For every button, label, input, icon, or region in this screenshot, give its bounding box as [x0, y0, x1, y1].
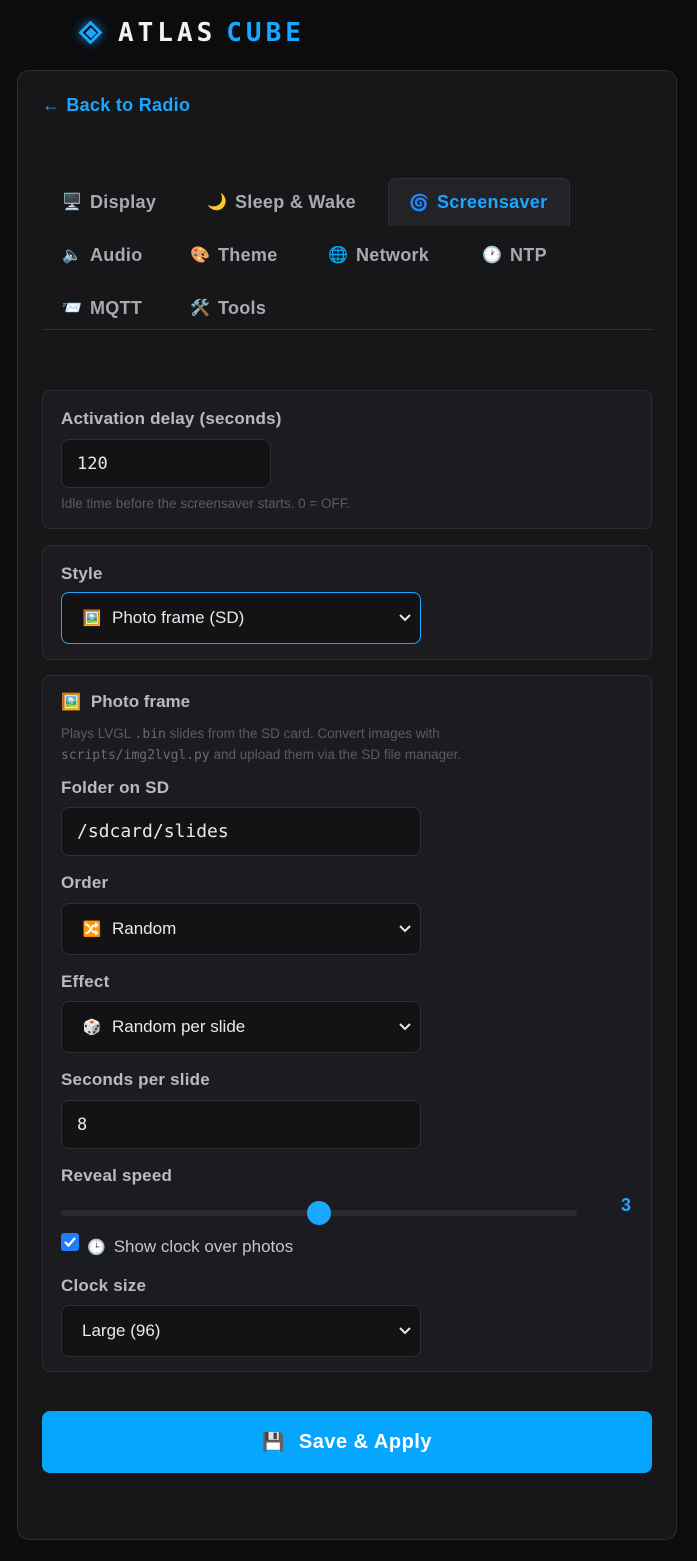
display-icon: 🖥️	[62, 194, 83, 211]
tab-display[interactable]: 🖥️ Display	[42, 178, 176, 226]
show-clock-checkbox[interactable]	[61, 1233, 79, 1251]
back-to-radio-link[interactable]: ← Back to Radio	[42, 95, 190, 116]
activation-hint: Idle time before the screensaver starts.…	[61, 496, 351, 511]
photo-frame-title-text: Photo frame	[90, 692, 191, 711]
tab-label: Network	[356, 244, 430, 265]
hint-text: Plays LVGL	[61, 726, 135, 741]
back-label: Back to Radio	[66, 95, 191, 115]
hint-text: slides from the SD card. Convert images …	[165, 726, 440, 741]
save-label: Save & Apply	[298, 1430, 432, 1453]
envelope-icon: 📨	[62, 300, 83, 317]
order-label: Order	[61, 873, 109, 892]
folder-input[interactable]: /sdcard/slides	[61, 807, 421, 856]
tab-label: Screensaver	[437, 192, 548, 212]
clock-size-label: Clock size	[61, 1276, 147, 1295]
brand-header: ATLAS CUBE	[78, 16, 305, 50]
brand-word-1: ATLAS	[118, 18, 217, 48]
effect-selected-value: Random per slide	[112, 1017, 246, 1036]
tab-label: Theme	[218, 244, 278, 265]
seconds-label: Seconds per slide	[61, 1070, 210, 1089]
picture-icon: 🖼️	[61, 694, 81, 711]
tab-ntp[interactable]: 🕐 NTP	[462, 231, 567, 279]
palette-icon: 🎨	[190, 247, 211, 264]
tab-tools[interactable]: 🛠️ Tools	[170, 284, 286, 332]
style-selected-value: Photo frame (SD)	[112, 608, 245, 627]
tab-audio[interactable]: 🔈 Audio	[42, 231, 163, 279]
style-card: Style 🖼️ Photo frame (SD)	[42, 545, 652, 660]
folder-label: Folder on SD	[61, 778, 170, 797]
tab-label: Display	[90, 191, 157, 212]
effect-select[interactable]: 🎲 Random per slide	[61, 1001, 421, 1053]
tab-sleep-wake[interactable]: 🌙 Sleep & Wake	[187, 178, 376, 226]
tab-label: Audio	[90, 244, 143, 265]
settings-panel: ← Back to Radio 🖥️ Display 🌙 Sleep & Wake 🌀…	[17, 70, 677, 1540]
dice-icon: 🎲	[82, 1019, 102, 1036]
seconds-per-slide-input[interactable]: 8	[61, 1100, 421, 1149]
chevron-down-icon	[399, 925, 411, 933]
brand-word-2: CUBE	[226, 18, 305, 48]
cyclone-icon: 🌀	[409, 194, 430, 212]
clock-icon: 🕐	[482, 247, 503, 264]
show-clock-label[interactable]: 🕒 Show clock over photos	[87, 1237, 293, 1257]
photo-frame-title: 🖼️ Photo frame	[61, 692, 190, 712]
hint-code: scripts/img2lvgl.py	[61, 748, 210, 763]
slider-thumb[interactable]	[307, 1201, 331, 1225]
tab-label: Tools	[218, 297, 267, 318]
photo-frame-card: 🖼️ Photo frame Plays LVGL .bin slides fro…	[42, 675, 652, 1372]
cube-logo-icon	[78, 20, 104, 46]
globe-icon: 🌐	[328, 247, 349, 264]
hint-text: and upload them via the SD file manager.	[209, 747, 462, 762]
clock-icon: 🕒	[87, 1239, 106, 1256]
settings-tabs: 🖥️ Display 🌙 Sleep & Wake 🌀 Screensaver 🔈 Au…	[42, 178, 654, 330]
reveal-speed-value: 3	[621, 1195, 632, 1215]
chevron-down-icon	[399, 1023, 411, 1031]
style-select[interactable]: 🖼️ Photo frame (SD)	[61, 592, 421, 644]
order-selected-value: Random	[112, 919, 177, 938]
floppy-disk-icon: 💾	[261, 1431, 285, 1452]
tab-label: MQTT	[90, 297, 143, 318]
hint-code: .bin	[134, 727, 166, 742]
picture-icon: 🖼️	[82, 610, 102, 627]
shuffle-icon: 🔀	[82, 921, 102, 938]
save-apply-button[interactable]: 💾 Save & Apply	[42, 1411, 652, 1473]
order-select[interactable]: 🔀 Random	[61, 903, 421, 955]
clock-size-selected-value: Large (96)	[82, 1321, 161, 1340]
photo-frame-hint: Plays LVGL .bin slides from the SD card.…	[61, 724, 621, 766]
tools-icon: 🛠️	[190, 300, 211, 317]
reveal-speed-slider[interactable]	[61, 1201, 577, 1225]
moon-icon: 🌙	[207, 194, 228, 211]
activation-label: Activation delay (seconds)	[61, 409, 282, 428]
back-arrow-icon: ←	[42, 95, 61, 115]
tab-network[interactable]: 🌐 Network	[308, 231, 449, 279]
activation-delay-input[interactable]: 120	[61, 439, 271, 488]
tab-screensaver[interactable]: 🌀 Screensaver	[388, 178, 570, 226]
tab-label: NTP	[510, 244, 547, 265]
checkmark-icon	[64, 1237, 76, 1248]
activation-card: Activation delay (seconds) 120 Idle time…	[42, 390, 652, 529]
tab-theme[interactable]: 🎨 Theme	[170, 231, 298, 279]
speaker-icon: 🔈	[62, 247, 83, 264]
chevron-down-icon	[399, 1327, 411, 1335]
tab-mqtt[interactable]: 📨 MQTT	[42, 284, 162, 332]
style-label: Style	[61, 564, 103, 583]
chevron-down-icon	[399, 614, 411, 622]
effect-label: Effect	[61, 972, 110, 991]
show-clock-text: Show clock over photos	[113, 1237, 294, 1256]
reveal-label: Reveal speed	[61, 1166, 173, 1185]
tab-label: Sleep & Wake	[235, 191, 356, 212]
clock-size-select[interactable]: Large (96)	[61, 1305, 421, 1357]
